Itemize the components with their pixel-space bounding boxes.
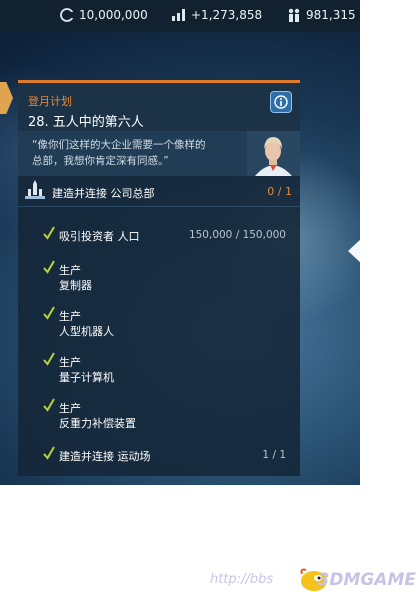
building-icon (25, 180, 45, 199)
mission-panel: 登月计划 28. 五人中的第六人 “像你们这样的大企业需要一个像样的 总部，我想… (18, 80, 300, 476)
subtask-label: 生产 人型机器人 (59, 309, 114, 339)
game-viewport: 10,000,000 +1,273,858 981,315 登月计划 28. 五… (0, 0, 360, 485)
checkmark-icon (43, 398, 55, 412)
quote-text: “像你们这样的大企业需要一个像样的 总部，我想你肯定深有同感。” (32, 137, 242, 169)
bar-chart-icon (172, 9, 185, 21)
resource-bar: 10,000,000 +1,273,858 981,315 (0, 0, 360, 32)
subtask-line-2: 人型机器人 (59, 325, 114, 338)
checkmark-icon (43, 260, 55, 274)
subtask-line-1: 生产 (59, 310, 81, 323)
mission-title: 28. 五人中的第六人 (28, 115, 144, 130)
quote-line-2: 总部，我想你肯定深有同感。” (32, 155, 169, 167)
population-icon (288, 8, 300, 22)
population-value: 981,315 (306, 8, 356, 22)
subtask-count: 1 / 1 (262, 449, 286, 461)
objective-count: 0 / 1 (267, 185, 292, 198)
subtask-label: 生产 复制器 (59, 263, 92, 293)
info-icon (274, 95, 288, 109)
subtask-label: 生产 量子计算机 (59, 355, 114, 385)
objective-label: 建造并连接 公司总部 (52, 187, 155, 200)
subtask-count: 150,000 / 150,000 (188, 229, 286, 241)
watermark-brand: 3DMGAME (317, 570, 417, 590)
checkmark-icon (43, 352, 55, 366)
subtask-label: 生产 反重力补偿装置 (59, 401, 136, 431)
subtask-item: 生产 人型机器人 (18, 306, 300, 338)
subtask-item: 生产 复制器 (18, 260, 300, 292)
advisor-avatar (247, 131, 300, 176)
population-stat: 981,315 (287, 8, 356, 22)
checkmark-icon (43, 306, 55, 320)
subtask-line-2: 量子计算机 (59, 371, 114, 384)
subtask-line-1: 生产 (59, 402, 81, 415)
subtask-line-2: 复制器 (59, 279, 92, 292)
watermark: http://bbs 3DMGAME (210, 566, 418, 592)
subtask-label: 建造并连接 运动场 (59, 450, 151, 463)
mission-header: 登月计划 28. 五人中的第六人 (18, 83, 300, 131)
subtask-line-1: 生产 (59, 264, 81, 277)
credits-icon (60, 8, 74, 22)
info-button[interactable] (270, 91, 292, 113)
checkmark-icon (43, 446, 55, 460)
growth-value: +1,273,858 (191, 8, 263, 22)
mission-quote: “像你们这样的大企业需要一个像样的 总部，我想你肯定深有同感。” (18, 131, 300, 176)
watermark-url: http://bbs (210, 572, 274, 587)
subtask-item: 生产 反重力补偿装置 (18, 398, 300, 430)
subtask-item: 吸引投资者 人口 150,000 / 150,000 (18, 226, 300, 246)
subtask-label: 吸引投资者 人口 (59, 230, 140, 243)
credits-value: 10,000,000 (79, 8, 148, 22)
subtask-item: 生产 量子计算机 (18, 352, 300, 384)
subtask-item: 建造并连接 运动场 1 / 1 (18, 446, 300, 466)
subtask-line-1: 生产 (59, 356, 81, 369)
main-objective: 建造并连接 公司总部 0 / 1 (18, 176, 300, 207)
subtask-line-2: 反重力补偿装置 (59, 417, 136, 430)
mission-category: 登月计划 (28, 95, 72, 108)
growth-stat: +1,273,858 (172, 8, 262, 22)
checkmark-icon (43, 226, 55, 240)
credits-stat: 10,000,000 (60, 8, 148, 22)
quote-line-1: “像你们这样的大企业需要一个像样的 (32, 139, 206, 151)
